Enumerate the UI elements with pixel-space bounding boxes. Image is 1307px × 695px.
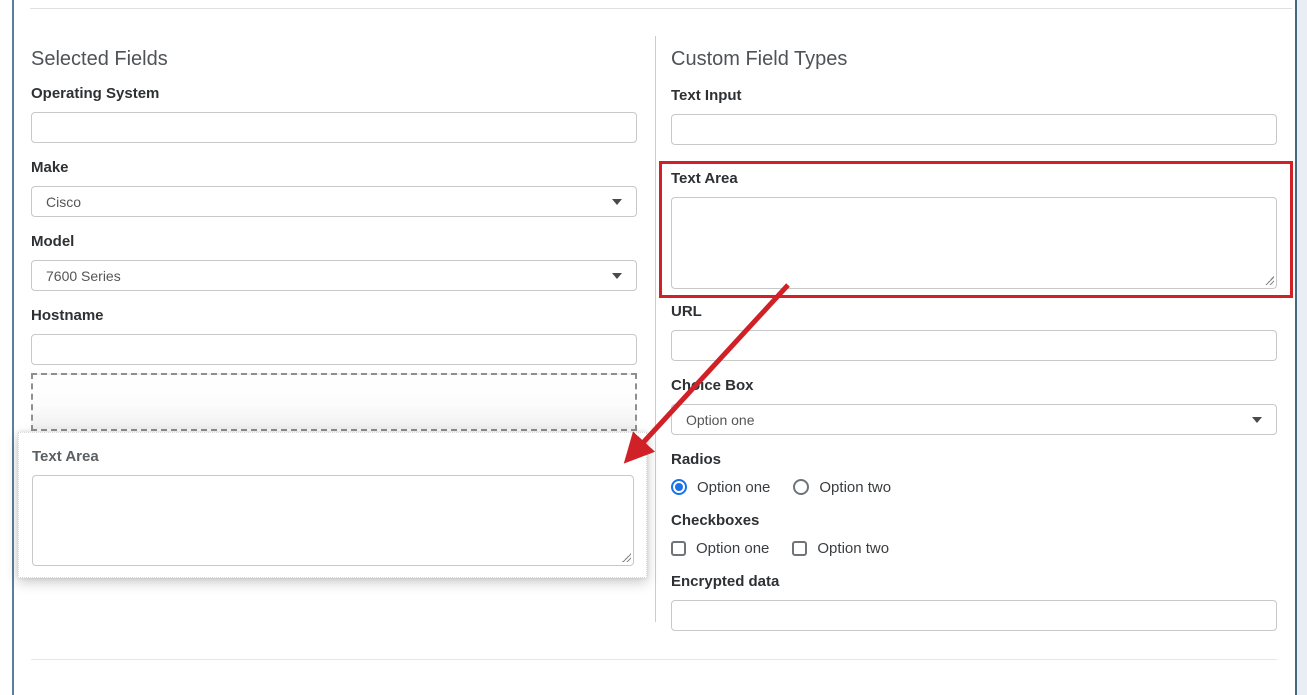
dragged-text-area-wrap: [32, 475, 634, 566]
bottom-divider: [31, 659, 1277, 660]
encrypted-data-input[interactable]: [671, 600, 1277, 631]
radio-option-two: Option two: [793, 479, 891, 496]
text-input-label: Text Input: [671, 87, 1277, 104]
text-area-textarea[interactable]: [671, 197, 1277, 289]
field-operating-system: Operating System: [31, 85, 637, 143]
operating-system-input[interactable]: [31, 112, 637, 143]
make-select[interactable]: Cisco: [31, 186, 637, 217]
field-model: Model 7600 Series: [31, 233, 637, 291]
checkbox-icon[interactable]: [792, 541, 807, 556]
field-checkboxes: Checkboxes Option one Option two: [671, 512, 1277, 558]
operating-system-label: Operating System: [31, 85, 637, 102]
radios-row: Option one Option two: [671, 477, 1277, 497]
url-input[interactable]: [671, 330, 1277, 361]
radio-button-icon[interactable]: [671, 479, 687, 495]
radio-option-one: Option one: [671, 479, 770, 496]
custom-field-types-panel: Custom Field Types Text Input Text Area …: [671, 48, 1277, 647]
hostname-input[interactable]: [31, 334, 637, 365]
highlight-red-box: Text Area: [659, 161, 1293, 298]
url-label: URL: [671, 303, 1277, 320]
column-divider: [655, 36, 656, 622]
field-encrypted-data: Encrypted data: [671, 573, 1277, 631]
field-text-input: Text Input: [671, 87, 1277, 145]
make-select-value: Cisco: [46, 194, 81, 210]
text-area-label: Text Area: [671, 170, 1277, 187]
make-label: Make: [31, 159, 637, 176]
encrypted-data-label: Encrypted data: [671, 573, 1277, 590]
text-input-input[interactable]: [671, 114, 1277, 145]
radio-option-two-label: Option two: [819, 479, 891, 496]
panel-left-border: [12, 0, 14, 695]
field-hostname: Hostname: [31, 307, 637, 365]
radios-label: Radios: [671, 451, 1277, 468]
model-label: Model: [31, 233, 637, 250]
selected-fields-panel: Selected Fields Operating System Make Ci…: [31, 48, 637, 381]
checkbox-option-one: Option one: [671, 540, 769, 557]
checkbox-option-two-label: Option two: [817, 540, 889, 557]
choice-box-label: Choice Box: [671, 377, 1277, 394]
chevron-down-icon: [1252, 417, 1262, 423]
field-make: Make Cisco: [31, 159, 637, 217]
custom-field-types-title: Custom Field Types: [671, 48, 1277, 70]
checkbox-option-one-label: Option one: [696, 540, 769, 557]
field-url: URL: [671, 303, 1277, 361]
top-divider: [30, 8, 1292, 9]
checkboxes-row: Option one Option two: [671, 538, 1277, 558]
form-builder-page: Selected Fields Operating System Make Ci…: [0, 0, 1307, 695]
drop-zone-placeholder[interactable]: [31, 373, 637, 431]
dragged-text-area-textarea[interactable]: [32, 475, 634, 566]
choice-box-select[interactable]: Option one: [671, 404, 1277, 435]
model-select-value: 7600 Series: [46, 268, 121, 284]
chevron-down-icon: [612, 273, 622, 279]
field-radios: Radios Option one Option two: [671, 451, 1277, 497]
checkboxes-label: Checkboxes: [671, 512, 1277, 529]
dragged-text-area-label: Text Area: [32, 448, 634, 465]
page-right-gutter: [1297, 0, 1307, 695]
dragged-text-area-card[interactable]: Text Area: [18, 432, 647, 578]
selected-fields-title: Selected Fields: [31, 48, 637, 70]
checkbox-option-two: Option two: [792, 540, 889, 557]
panel-right-border: [1295, 0, 1297, 695]
choice-box-select-value: Option one: [686, 412, 755, 428]
field-text-area: Text Area: [671, 170, 1277, 289]
radio-option-one-label: Option one: [697, 479, 770, 496]
model-select[interactable]: 7600 Series: [31, 260, 637, 291]
hostname-label: Hostname: [31, 307, 637, 324]
radio-button-icon[interactable]: [793, 479, 809, 495]
text-area-wrap: [671, 197, 1277, 289]
chevron-down-icon: [612, 199, 622, 205]
checkbox-icon[interactable]: [671, 541, 686, 556]
field-choice-box: Choice Box Option one: [671, 377, 1277, 435]
